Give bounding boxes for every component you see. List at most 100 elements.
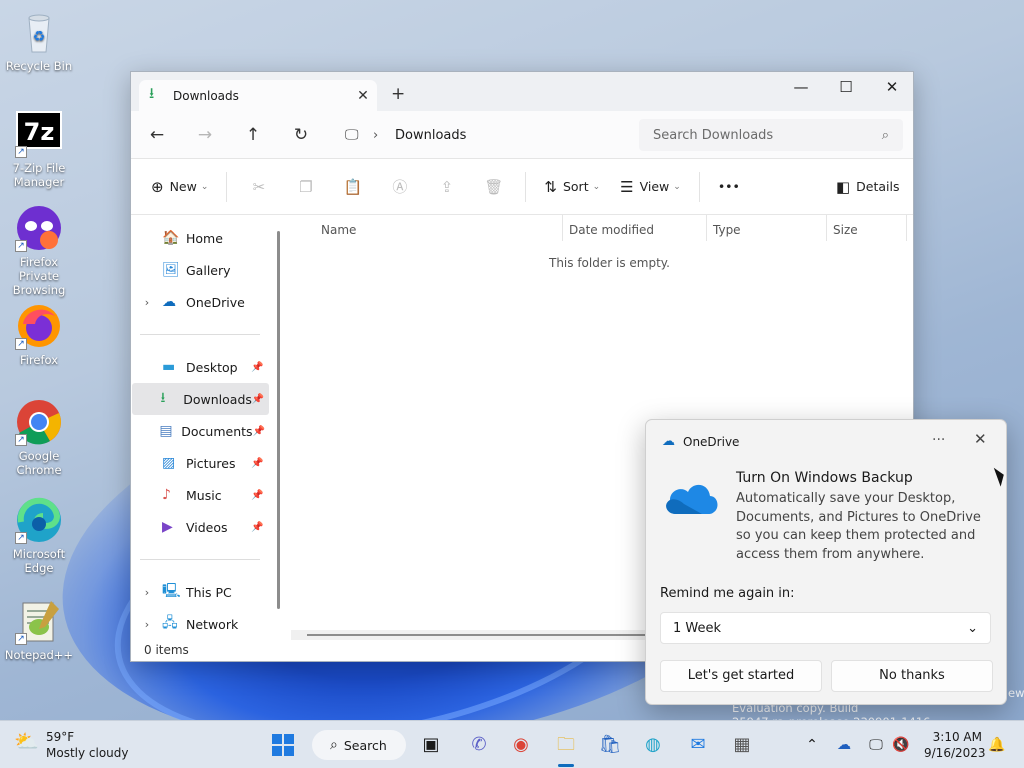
- onedrive-tray-icon[interactable]: ☁: [832, 729, 856, 761]
- cut-icon[interactable]: ✂: [235, 178, 282, 196]
- chevron-right-icon[interactable]: ›: [132, 618, 162, 631]
- sidebar-item-gallery[interactable]: 🖼 Gallery: [132, 254, 269, 286]
- edge-icon: ↗: [15, 496, 63, 544]
- up-button[interactable]: ↑: [229, 125, 277, 145]
- desktop-icon-recycle-bin[interactable]: ♻ Recycle Bin: [1, 8, 77, 73]
- weather-widget[interactable]: ⛅ 59°F Mostly cloudy: [14, 729, 129, 761]
- sidebar-item-downloads[interactable]: ⭳ Downloads 📌: [132, 383, 269, 415]
- toast-body: Automatically save your Desktop, Documen…: [736, 491, 981, 562]
- share-icon[interactable]: ⇪: [423, 178, 470, 196]
- column-divider[interactable]: [906, 215, 907, 241]
- sidebar-item-this-pc[interactable]: › 🖳 This PC: [132, 576, 269, 608]
- rename-icon[interactable]: Ⓐ: [376, 176, 423, 197]
- sidebar-item-pictures[interactable]: ▨ Pictures 📌: [132, 447, 269, 479]
- sidebar-item-label: Music: [186, 487, 222, 503]
- pin-icon[interactable]: 📌: [251, 458, 269, 469]
- desktop-icon-chrome[interactable]: ↗ Google Chrome: [1, 398, 77, 477]
- sidebar-item-home[interactable]: 🏠 Home: [132, 222, 269, 254]
- taskbar: ⛅ 59°F Mostly cloudy ⌕ Search ▣ ✆ ◉ 🗀 🛍 …: [0, 720, 1024, 768]
- chrome-taskbar-icon[interactable]: ◉: [505, 729, 537, 761]
- desktop-icon-notepadpp[interactable]: ↗ Notepad++: [1, 597, 77, 662]
- pin-icon[interactable]: 📌: [251, 490, 269, 501]
- sidebar-item-label: Documents: [181, 423, 253, 439]
- back-button[interactable]: ←: [133, 125, 181, 145]
- details-button[interactable]: ◧ Details: [826, 171, 910, 203]
- column-header-date-modified[interactable]: Date modified: [569, 219, 654, 241]
- teams-icon[interactable]: ✆: [463, 729, 495, 761]
- system-clock[interactable]: 3:10 AM 9/16/2023: [924, 729, 986, 761]
- notification-bell-icon[interactable]: 🔔: [985, 729, 1009, 761]
- chevron-down-icon: ⌄: [967, 620, 978, 636]
- new-button[interactable]: ⊕ New ⌄: [141, 171, 218, 203]
- column-header-size[interactable]: Size: [833, 219, 858, 241]
- more-options-button[interactable]: •••: [708, 171, 750, 203]
- chevron-right-icon[interactable]: ›: [373, 128, 395, 143]
- onedrive-notification: ☁ OneDrive ··· ✕ Turn On Windows Backup …: [645, 419, 1007, 705]
- this-pc-icon: 🖳: [162, 583, 181, 599]
- column-divider[interactable]: [826, 215, 827, 241]
- column-divider[interactable]: [706, 215, 707, 241]
- search-input[interactable]: Search Downloads ⌕: [639, 119, 903, 151]
- column-header-name[interactable]: Name: [321, 219, 356, 241]
- address-bar[interactable]: 🖵 › Downloads: [333, 119, 623, 151]
- edge-taskbar-icon[interactable]: ◍: [637, 729, 669, 761]
- sidebar-item-desktop[interactable]: ▬ Desktop 📌: [132, 351, 269, 383]
- desktop-icon-edge[interactable]: ↗ Microsoft Edge: [1, 496, 77, 575]
- sidebar-scrollbar[interactable]: [277, 231, 280, 609]
- recycle-bin-icon: ♻: [15, 8, 63, 56]
- view-button[interactable]: ☰ View ⌄: [610, 171, 691, 203]
- sidebar-item-music[interactable]: ♪ Music 📌: [132, 479, 269, 511]
- paste-icon[interactable]: 📋: [329, 178, 376, 196]
- network-icon: 🖧: [162, 615, 178, 631]
- microsoft-store-icon[interactable]: 🛍: [594, 729, 626, 761]
- chevron-right-icon[interactable]: ›: [132, 586, 162, 599]
- breadcrumb-downloads[interactable]: Downloads: [395, 128, 466, 143]
- remind-dropdown[interactable]: 1 Week ⌄: [660, 612, 991, 644]
- maximize-button[interactable]: ☐: [823, 78, 869, 104]
- clock-time: 3:10 AM: [932, 730, 982, 744]
- pin-icon[interactable]: 📌: [251, 522, 269, 533]
- remind-label: Remind me again in:: [660, 586, 795, 601]
- status-item-count: 0 items: [144, 643, 189, 657]
- chevron-right-icon[interactable]: ›: [132, 296, 162, 309]
- desktop-icon-firefox[interactable]: ↗ Firefox: [1, 302, 77, 367]
- file-explorer-taskbar-icon[interactable]: 🗀: [550, 729, 582, 761]
- sidebar-item-documents[interactable]: ▤ Documents 📌: [132, 415, 269, 447]
- start-windows-icon[interactable]: [267, 729, 299, 761]
- more-options-icon[interactable]: ···: [932, 432, 945, 448]
- pin-icon[interactable]: 📌: [252, 394, 269, 405]
- tab-downloads[interactable]: ⭳ Downloads ✕: [139, 80, 377, 111]
- lets-get-started-button[interactable]: Let's get started: [660, 660, 822, 692]
- close-tab-icon[interactable]: ✕: [349, 88, 377, 104]
- forward-button[interactable]: →: [181, 125, 229, 145]
- copy-icon[interactable]: ❐: [282, 178, 329, 196]
- column-divider[interactable]: [562, 215, 563, 241]
- desktop-icon-firefox-private[interactable]: ↗ Firefox Private Browsing: [1, 204, 77, 297]
- sidebar-item-network[interactable]: › 🖧 Network: [132, 608, 269, 640]
- no-thanks-button[interactable]: No thanks: [831, 660, 993, 692]
- sidebar-item-videos[interactable]: ▶ Videos 📌: [132, 511, 269, 543]
- close-icon[interactable]: ✕: [974, 430, 987, 448]
- task-view-icon[interactable]: ▣: [415, 729, 447, 761]
- pin-icon[interactable]: 📌: [253, 426, 269, 437]
- column-header-type[interactable]: Type: [713, 219, 741, 241]
- refresh-button[interactable]: ↻: [277, 125, 325, 145]
- sidebar-item-onedrive[interactable]: › ☁ OneDrive: [132, 286, 269, 318]
- volume-muted-icon[interactable]: 🔇: [889, 729, 913, 761]
- chrome-icon: ↗: [15, 398, 63, 446]
- new-tab-button[interactable]: +: [391, 84, 405, 104]
- show-hidden-icons-chevron-icon[interactable]: ⌃: [800, 729, 824, 761]
- close-window-button[interactable]: ✕: [869, 78, 915, 104]
- pin-icon[interactable]: 📌: [251, 362, 269, 373]
- sort-label: Sort: [562, 179, 589, 194]
- mail-icon[interactable]: ✉: [682, 729, 714, 761]
- sort-button[interactable]: ⇅ Sort ⌄: [534, 171, 610, 203]
- delete-icon[interactable]: 🗑: [470, 178, 517, 196]
- display-tray-icon[interactable]: 🖵: [864, 729, 888, 761]
- taskbar-search[interactable]: ⌕ Search: [312, 730, 406, 760]
- toast-header: ☁ OneDrive: [662, 434, 739, 449]
- minimize-button[interactable]: —: [778, 78, 824, 104]
- calculator-icon[interactable]: ▦: [726, 729, 758, 761]
- navigation-bar: ← → ↑ ↻ 🖵 › Downloads Search Downloads ⌕: [131, 111, 913, 159]
- desktop-icon-7zip[interactable]: 7z ↗ 7-Zip File Manager: [1, 110, 77, 189]
